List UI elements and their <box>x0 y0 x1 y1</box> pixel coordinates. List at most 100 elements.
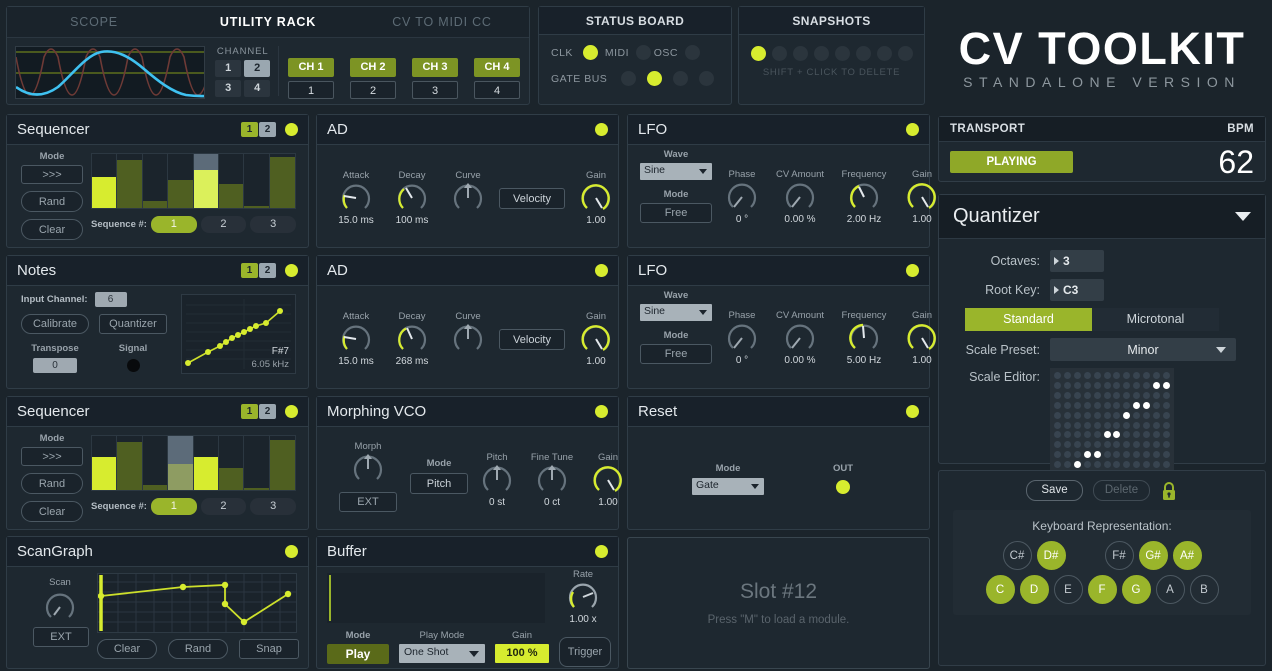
scale-cell[interactable] <box>1063 371 1073 381</box>
lfo-2-mode-button[interactable]: Free <box>640 344 712 364</box>
channel-button-1[interactable]: 1 <box>215 60 242 77</box>
scale-cell[interactable] <box>1092 430 1102 440</box>
bpm-value[interactable]: 62 <box>1218 146 1254 178</box>
scale-cell[interactable] <box>1082 440 1092 450</box>
scale-cell[interactable] <box>1161 430 1171 440</box>
vco-ext-button[interactable]: EXT <box>339 492 397 512</box>
sequencer-1-steps[interactable] <box>91 153 296 209</box>
sequencer-1-page-2[interactable]: 2 <box>259 122 276 137</box>
scale-cell[interactable] <box>1063 410 1073 420</box>
ch3-button[interactable]: CH 3 <box>412 58 458 77</box>
scale-cell[interactable] <box>1063 420 1073 430</box>
scale-cell[interactable] <box>1053 400 1063 410</box>
ch4-button[interactable]: CH 4 <box>474 58 520 77</box>
scale-cell[interactable] <box>1092 410 1102 420</box>
notes-page-2[interactable]: 2 <box>259 263 276 278</box>
scale-cell[interactable] <box>1053 420 1063 430</box>
sequencer-2-seq-button-3[interactable]: 3 <box>250 498 296 515</box>
scangraph-snap-button[interactable]: Snap <box>239 639 299 659</box>
scale-cell[interactable] <box>1161 440 1171 450</box>
scale-cell[interactable] <box>1141 450 1151 460</box>
lfo-2-wave-select[interactable]: Sine <box>640 304 712 321</box>
scale-cell[interactable] <box>1102 381 1112 391</box>
scale-cell[interactable] <box>1151 440 1161 450</box>
scale-cell[interactable] <box>1132 430 1142 440</box>
scale-cell[interactable] <box>1112 391 1122 401</box>
channel-button-2[interactable]: 2 <box>244 60 271 77</box>
notes-input-channel-value[interactable]: 6 <box>94 292 127 307</box>
scale-cell[interactable] <box>1092 400 1102 410</box>
snapshot-slot-6[interactable] <box>855 46 871 61</box>
lfo-1-gain-knob[interactable] <box>905 180 939 214</box>
sequencer-2-seq-button-1[interactable]: 1 <box>150 498 197 515</box>
scale-cell[interactable] <box>1132 450 1142 460</box>
scale-cell[interactable] <box>1053 381 1063 391</box>
ad-2-attack-knob[interactable] <box>339 322 373 356</box>
buffer-trigger-button[interactable]: Trigger <box>559 637 611 667</box>
scale-cell[interactable] <box>1073 459 1083 469</box>
scale-cell[interactable] <box>1073 400 1083 410</box>
play-stop-button[interactable]: PLAYING <box>950 151 1073 173</box>
ad-2-velocity-button[interactable]: Velocity <box>499 329 565 350</box>
scale-cell[interactable] <box>1122 430 1132 440</box>
scale-cell[interactable] <box>1102 391 1112 401</box>
scale-cell[interactable] <box>1063 440 1073 450</box>
scale-cell[interactable] <box>1063 459 1073 469</box>
scale-cell[interactable] <box>1132 459 1142 469</box>
scale-cell[interactable] <box>1082 371 1092 381</box>
scale-cell[interactable] <box>1122 381 1132 391</box>
key-a[interactable]: A <box>1155 575 1185 604</box>
key-f[interactable]: F <box>1087 575 1117 604</box>
scale-cell[interactable] <box>1132 400 1142 410</box>
scale-cell[interactable] <box>1141 440 1151 450</box>
scangraph-rand-button[interactable]: Rand <box>168 639 228 659</box>
scale-cell[interactable] <box>1132 391 1142 401</box>
scale-cell[interactable] <box>1082 430 1092 440</box>
scale-cell[interactable] <box>1102 440 1112 450</box>
scale-cell[interactable] <box>1122 371 1132 381</box>
scale-cell[interactable] <box>1092 450 1102 460</box>
scale-cell[interactable] <box>1073 430 1083 440</box>
ch2-button[interactable]: CH 2 <box>350 58 396 77</box>
vco-morph-knob[interactable] <box>351 452 385 486</box>
snapshot-slot-5[interactable] <box>834 46 850 61</box>
scale-cell[interactable] <box>1122 400 1132 410</box>
buffer-playmode-select[interactable]: One Shot <box>399 644 485 663</box>
notes-page-1[interactable]: 1 <box>241 263 258 278</box>
scale-cell[interactable] <box>1063 430 1073 440</box>
reset-mode-select[interactable]: Gate <box>692 478 764 495</box>
scale-cell[interactable] <box>1102 400 1112 410</box>
vco-gain-knob[interactable] <box>591 463 625 497</box>
ch1-value[interactable]: 1 <box>288 81 334 99</box>
scale-cell[interactable] <box>1082 459 1092 469</box>
key-c-sharp[interactable]: C# <box>1002 541 1032 570</box>
sequencer-2-seq-button-2[interactable]: 2 <box>200 498 247 515</box>
scangraph-clear-button[interactable]: Clear <box>97 639 157 659</box>
sequencer-2-rand-button[interactable]: Rand <box>21 473 83 494</box>
scale-cell[interactable] <box>1141 381 1151 391</box>
scale-cell[interactable] <box>1112 459 1122 469</box>
sequencer-1-clear-button[interactable]: Clear <box>21 219 83 240</box>
snapshot-slot-1[interactable] <box>750 46 766 61</box>
snapshot-slot-7[interactable] <box>876 46 892 61</box>
lfo-2-gain-knob[interactable] <box>905 321 939 355</box>
lfo-1-mode-button[interactable]: Free <box>640 203 712 223</box>
ch4-value[interactable]: 4 <box>474 81 520 99</box>
scale-cell[interactable] <box>1161 410 1171 420</box>
scale-cell[interactable] <box>1132 420 1142 430</box>
sequencer-2-clear-button[interactable]: Clear <box>21 501 83 522</box>
key-f-sharp[interactable]: F# <box>1104 541 1134 570</box>
key-e[interactable]: E <box>1053 575 1083 604</box>
scale-cell[interactable] <box>1151 450 1161 460</box>
buffer-waveform-display[interactable] <box>327 573 545 623</box>
scale-cell[interactable] <box>1112 400 1122 410</box>
scale-cell[interactable] <box>1092 420 1102 430</box>
key-d[interactable]: D <box>1019 575 1049 604</box>
sequencer-1-seq-button-1[interactable]: 1 <box>150 216 197 233</box>
scale-cell[interactable] <box>1073 420 1083 430</box>
chevron-down-icon[interactable] <box>1235 212 1251 221</box>
mode-standard-button[interactable]: Standard <box>965 308 1092 331</box>
scale-cell[interactable] <box>1122 450 1132 460</box>
tab-scope[interactable]: SCOPE <box>7 15 181 29</box>
key-a-sharp[interactable]: A# <box>1172 541 1202 570</box>
